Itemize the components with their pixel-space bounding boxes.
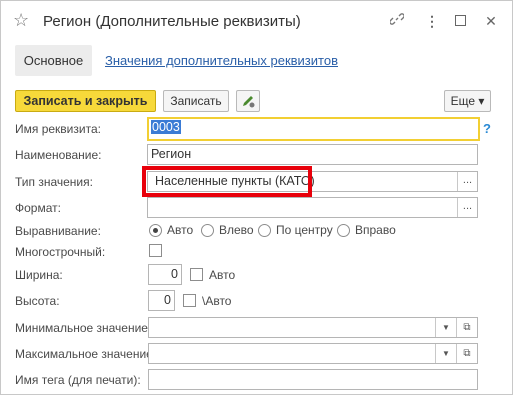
- multiline-checkbox[interactable]: [149, 244, 162, 257]
- format-select-button[interactable]: ...: [457, 198, 477, 217]
- format-label: Формат:: [15, 201, 61, 215]
- align-option-center[interactable]: По центру: [258, 223, 333, 237]
- max-open-icon[interactable]: ⧉: [456, 344, 477, 363]
- height-auto-checkbox[interactable]: [183, 294, 196, 307]
- dialog-window: ☆ Регион (Дополнительные реквизиты) ⋮ ✕ …: [0, 0, 513, 395]
- format-input[interactable]: ...: [147, 197, 478, 218]
- max-value-label: Максимальное значение:: [15, 347, 157, 361]
- value-type-select-button[interactable]: ...: [457, 172, 477, 191]
- save-and-close-button[interactable]: Записать и закрыть: [15, 90, 156, 112]
- edit-rights-button[interactable]: [236, 90, 260, 112]
- name-input[interactable]: Регион: [147, 144, 478, 165]
- width-label: Ширина:: [15, 268, 63, 282]
- radio-icon: [337, 223, 350, 237]
- min-value-input[interactable]: ▼ ⧉: [148, 317, 478, 338]
- window-title: Регион (Дополнительные реквизиты): [43, 13, 301, 30]
- align-option-left[interactable]: Влево: [201, 223, 254, 237]
- max-dropdown-icon[interactable]: ▼: [435, 344, 456, 363]
- radio-icon: [201, 223, 214, 237]
- radio-checked-icon: [149, 223, 162, 237]
- prop-name-label: Имя реквизита:: [15, 122, 101, 136]
- close-icon[interactable]: ✕: [481, 11, 501, 31]
- more-menu-icon[interactable]: ⋮: [422, 11, 442, 31]
- more-button[interactable]: Еще ▾: [444, 90, 491, 112]
- tab-additional-values-link[interactable]: Значения дополнительных реквизитов: [105, 53, 338, 68]
- radio-icon: [258, 223, 271, 237]
- highlight-box: [142, 166, 312, 197]
- title-bar: ☆ Регион (Дополнительные реквизиты) ⋮ ✕: [1, 1, 513, 41]
- width-auto-checkbox[interactable]: [190, 268, 203, 281]
- align-option-right[interactable]: Вправо: [337, 223, 396, 237]
- value-type-label: Тип значения:: [15, 175, 93, 189]
- min-dropdown-icon[interactable]: ▼: [435, 318, 456, 337]
- tab-main[interactable]: Основное: [15, 45, 92, 76]
- min-value-label: Минимальное значение:: [15, 321, 152, 335]
- height-input[interactable]: 0: [148, 290, 175, 311]
- align-option-auto[interactable]: Авто: [149, 223, 193, 237]
- favorite-star-icon[interactable]: ☆: [13, 11, 29, 29]
- min-open-icon[interactable]: ⧉: [456, 318, 477, 337]
- help-icon[interactable]: ?: [483, 121, 491, 136]
- link-icon[interactable]: [387, 11, 407, 31]
- name-label: Наименование:: [15, 148, 102, 162]
- tag-name-input[interactable]: [148, 369, 478, 390]
- save-button[interactable]: Записать: [163, 90, 229, 112]
- max-value-input[interactable]: ▼ ⧉: [148, 343, 478, 364]
- multiline-label: Многострочный:: [15, 245, 106, 259]
- width-auto-label: Авто: [209, 268, 236, 282]
- height-auto-label: \Авто: [202, 294, 232, 308]
- tag-name-label: Имя тега (для печати):: [15, 373, 141, 387]
- maximize-icon[interactable]: [450, 11, 470, 31]
- prop-name-value: 0003: [151, 120, 181, 134]
- prop-name-input[interactable]: 0003: [147, 117, 480, 141]
- align-label: Выравнивание:: [15, 224, 101, 238]
- height-label: Высота:: [15, 294, 60, 308]
- width-input[interactable]: 0: [148, 264, 182, 285]
